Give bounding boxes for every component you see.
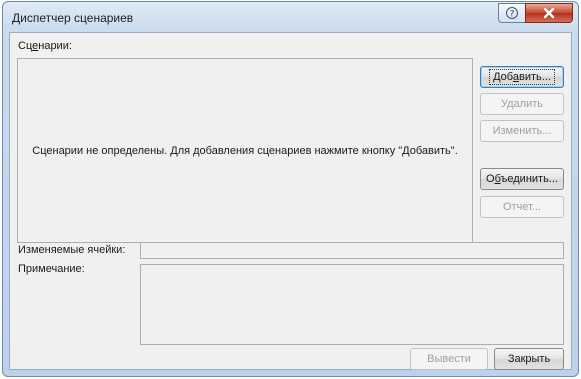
report-button[interactable]: Отчет... [480, 196, 564, 218]
title-bar[interactable]: Диспетчер сценариев ? [3, 2, 578, 32]
help-glyph: ? [510, 10, 515, 20]
dialog-title: Диспетчер сценариев [12, 11, 134, 25]
comment-field[interactable] [140, 264, 564, 345]
changing-cells-field[interactable] [140, 242, 564, 259]
dialog-client-area: Сценарии: Сценарии не определены. Для до… [9, 32, 572, 370]
merge-button[interactable]: Объединить... [480, 168, 564, 190]
add-button[interactable]: Добавить... [480, 66, 564, 88]
close-icon [543, 7, 555, 19]
scenarios-list[interactable]: Сценарии не определены. Для добавления с… [17, 58, 473, 243]
scenario-manager-dialog: Диспетчер сценариев ? Сценарии: Сценарии… [2, 1, 579, 377]
scenarios-empty-message: Сценарии не определены. Для добавления с… [32, 144, 458, 157]
close-window-button[interactable] [525, 3, 573, 23]
comment-label: Примечание: [18, 263, 85, 275]
help-button[interactable]: ? [498, 3, 525, 23]
scenarios-label: Сценарии: [18, 40, 72, 52]
close-button[interactable]: Закрыть [494, 348, 564, 370]
delete-button[interactable]: Удалить [480, 93, 564, 115]
edit-button[interactable]: Изменить... [480, 120, 564, 142]
changing-cells-label: Изменяемые ячейки: [18, 244, 126, 256]
help-icon: ? [506, 7, 518, 20]
show-button[interactable]: Вывести [410, 348, 488, 370]
